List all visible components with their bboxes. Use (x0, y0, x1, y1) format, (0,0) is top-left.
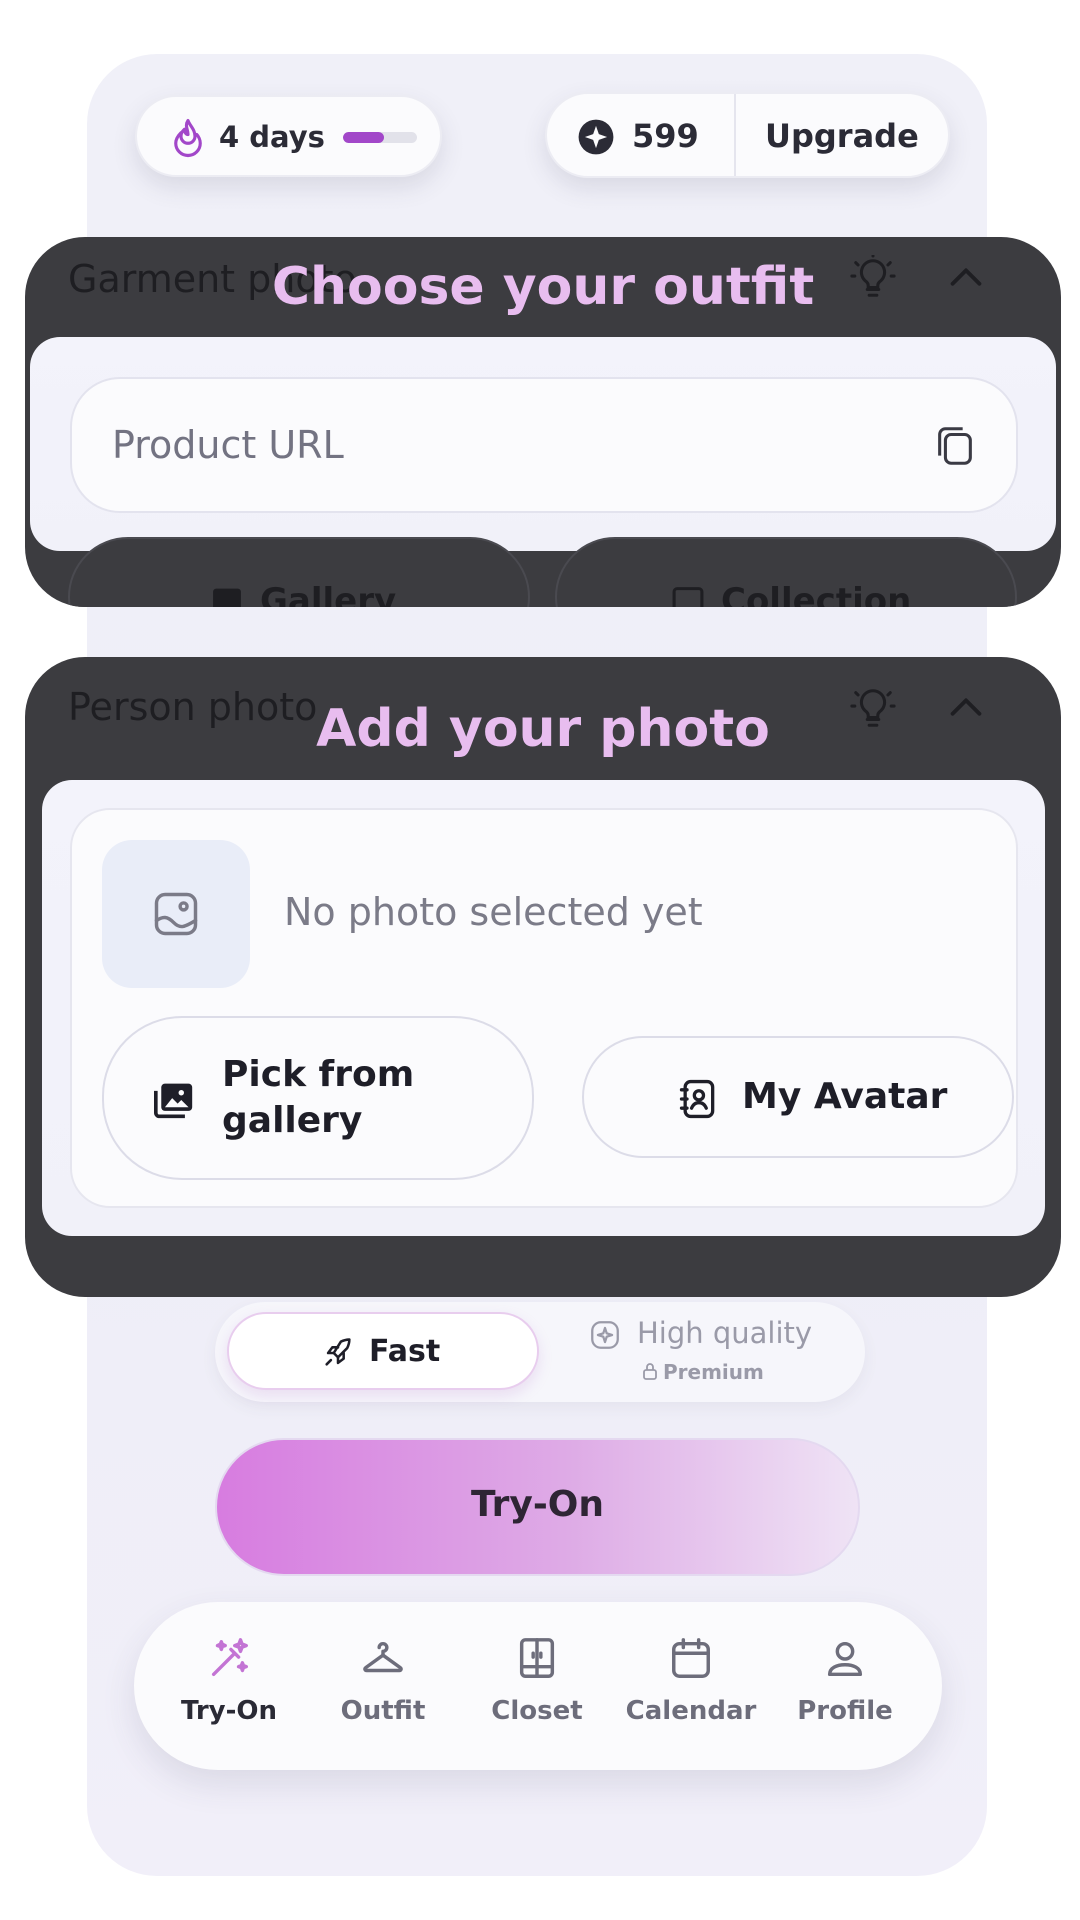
magic-wand-icon (211, 1638, 248, 1677)
credits-count: 599 (632, 117, 699, 155)
tab-try-on[interactable]: Try-On (154, 1636, 304, 1746)
tab-label: Outfit (340, 1696, 426, 1726)
image-placeholder-icon (154, 892, 198, 936)
pick-from-gallery-button[interactable]: Pick from gallery (102, 1016, 534, 1180)
calendar-icon (672, 1638, 710, 1678)
tab-label: Closet (491, 1696, 583, 1726)
tab-label: Try-On (180, 1696, 278, 1726)
credits-pill[interactable]: 599 Upgrade (545, 92, 950, 178)
tab-label: Profile (797, 1696, 893, 1726)
tab-profile[interactable]: Profile (770, 1636, 920, 1746)
tab-calendar[interactable]: Calendar (616, 1636, 766, 1746)
rocket-icon (325, 1338, 351, 1366)
person-photo-card: No photo selected yet Pick from gallery (70, 808, 1018, 1208)
collection-icon (672, 587, 704, 607)
credit-coin-icon (578, 119, 614, 155)
fast-label: Fast (369, 1334, 441, 1369)
try-on-button[interactable]: Try-On (215, 1438, 860, 1576)
collection-label: Collection (721, 581, 912, 607)
product-url-field[interactable] (70, 377, 1018, 513)
my-avatar-button[interactable]: My Avatar (582, 1036, 1014, 1158)
avatar-book-icon (679, 1079, 715, 1119)
product-url-input[interactable] (112, 379, 892, 511)
person-tutorial-overlay: Person photo Add your photo No photo sel… (25, 657, 1061, 1297)
overlay-title-photo: Add your photo (316, 699, 770, 759)
tab-outfit[interactable]: Outfit (308, 1636, 458, 1746)
gallery-icon (154, 1083, 193, 1119)
person-spotlight: No photo selected yet Pick from gallery (42, 780, 1045, 1236)
quality-toggle: Fast High quality Premium (215, 1302, 865, 1402)
gallery-label: Gallery (260, 581, 397, 607)
gallery-button[interactable]: Gallery (68, 537, 530, 607)
streak-progress (343, 132, 417, 143)
fast-option[interactable]: Fast (227, 1312, 539, 1390)
profile-icon (827, 1641, 863, 1677)
divider (734, 94, 736, 176)
no-photo-text: No photo selected yet (284, 890, 703, 934)
flame-icon (174, 118, 202, 158)
upgrade-button[interactable]: Upgrade (765, 114, 919, 158)
premium-label: Premium (663, 1360, 764, 1384)
garment-spotlight (30, 337, 1056, 551)
pick-from-gallery-label: Pick from gallery (222, 1054, 415, 1141)
streak-pill[interactable]: 4 days (135, 95, 442, 177)
try-on-label: Try-On (471, 1484, 604, 1525)
lock-icon (643, 1363, 657, 1380)
collection-button[interactable]: Collection (555, 537, 1017, 607)
bottom-tab-bar: Try-On Outfit Closet Calendar Profile (134, 1602, 942, 1770)
sparkle-badge-icon (591, 1321, 619, 1349)
gallery-icon (213, 588, 241, 607)
paste-icon[interactable] (932, 423, 978, 469)
photo-placeholder (102, 840, 250, 988)
closet-icon (519, 1638, 555, 1678)
high-quality-option[interactable]: High quality (637, 1316, 812, 1350)
overlay-title-outfit: Choose your outfit (271, 257, 815, 317)
tab-label: Calendar (625, 1696, 757, 1726)
my-avatar-label: My Avatar (742, 1076, 948, 1117)
tab-closet[interactable]: Closet (462, 1636, 612, 1746)
garment-tutorial-overlay: Garment photo Choose your outfit Gallery… (25, 237, 1061, 607)
hanger-icon (363, 1641, 403, 1673)
streak-label: 4 days (219, 120, 325, 154)
